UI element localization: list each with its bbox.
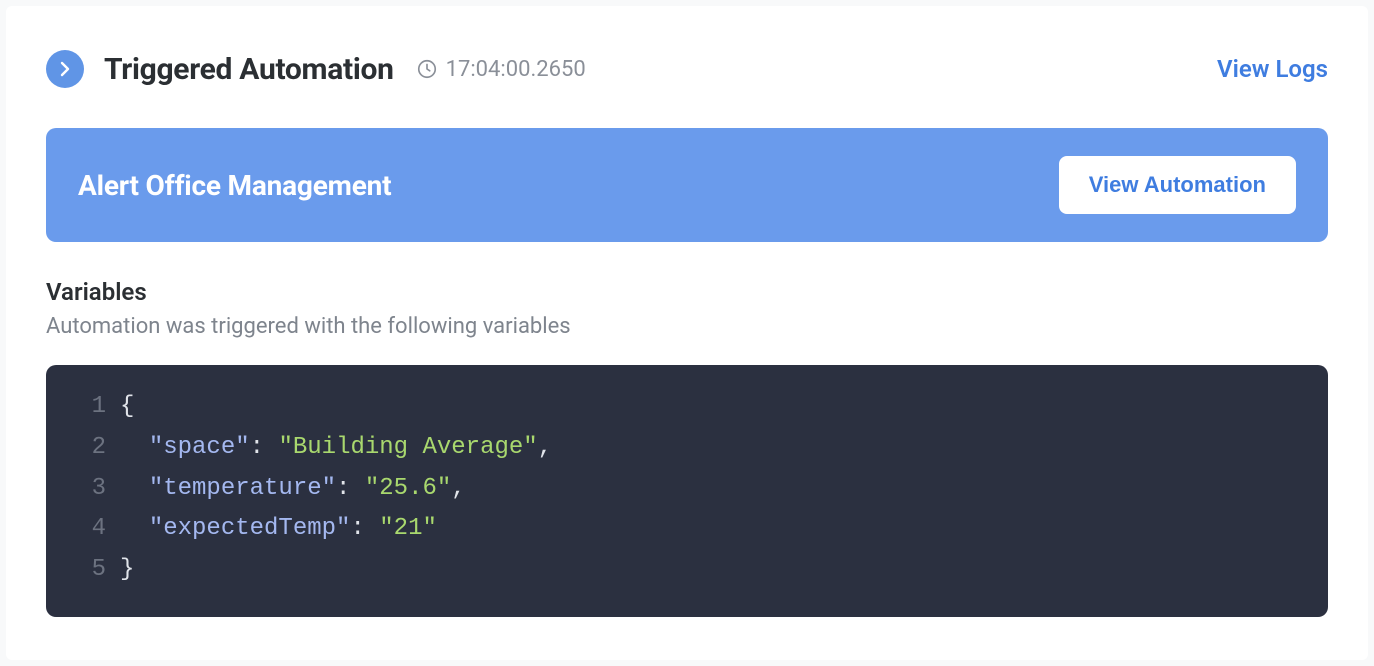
timestamp-group: 17:04:00.2650 xyxy=(416,57,586,82)
line-number: 1 xyxy=(72,387,106,428)
code-content: "space": "Building Average", xyxy=(120,428,552,469)
automation-bar: Alert Office Management View Automation xyxy=(46,128,1328,242)
variables-subtitle: Automation was triggered with the follow… xyxy=(46,314,1328,339)
code-block: 1{2 "space": "Building Average",3 "tempe… xyxy=(46,365,1328,617)
code-content: "temperature": "25.6", xyxy=(120,469,466,510)
code-line: 5} xyxy=(72,550,1302,591)
code-line: 3 "temperature": "25.6", xyxy=(72,469,1302,510)
line-number: 2 xyxy=(72,428,106,469)
line-number: 4 xyxy=(72,509,106,550)
automation-name: Alert Office Management xyxy=(78,169,391,202)
clock-icon xyxy=(416,58,438,80)
timestamp: 17:04:00.2650 xyxy=(446,57,586,82)
header-row: Triggered Automation 17:04:00.2650 View … xyxy=(46,50,1328,88)
code-line: 4 "expectedTemp": "21" xyxy=(72,509,1302,550)
view-automation-button[interactable]: View Automation xyxy=(1059,156,1296,214)
view-logs-link[interactable]: View Logs xyxy=(1217,55,1328,83)
code-line: 2 "space": "Building Average", xyxy=(72,428,1302,469)
variables-section: Variables Automation was triggered with … xyxy=(46,278,1328,617)
line-number: 5 xyxy=(72,550,106,591)
header-left: Triggered Automation 17:04:00.2650 xyxy=(46,50,586,88)
code-content: { xyxy=(120,387,134,428)
page-title: Triggered Automation xyxy=(104,52,394,87)
code-content: "expectedTemp": "21" xyxy=(120,509,437,550)
variables-title: Variables xyxy=(46,278,1328,306)
chevron-right-icon[interactable] xyxy=(46,50,84,88)
code-line: 1{ xyxy=(72,387,1302,428)
line-number: 3 xyxy=(72,469,106,510)
code-content: } xyxy=(120,550,134,591)
automation-event-card: Triggered Automation 17:04:00.2650 View … xyxy=(6,6,1368,660)
